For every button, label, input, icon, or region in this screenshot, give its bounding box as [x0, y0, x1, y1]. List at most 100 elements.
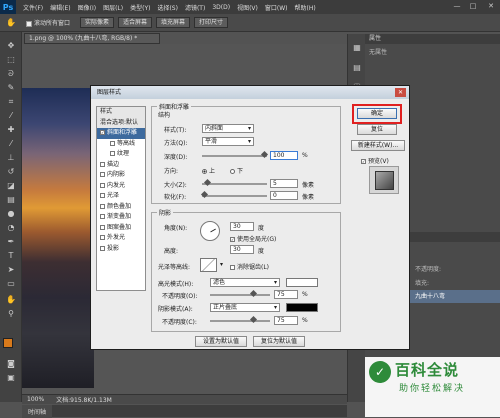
reset-default-button[interactable]: 复位为默认值	[253, 336, 305, 347]
technique-select[interactable]: 平滑	[202, 137, 254, 146]
angle-dial[interactable]	[200, 221, 220, 241]
shadow-opacity-slider[interactable]	[210, 315, 270, 324]
menu-view[interactable]: 视图(V)	[237, 3, 258, 12]
style-item[interactable]: 图案叠加	[97, 223, 145, 234]
maximize-icon[interactable]: □	[466, 2, 480, 12]
menu-type[interactable]: 类型(Y)	[130, 3, 150, 12]
foreground-color-swatch[interactable]	[3, 338, 13, 348]
menu-edit[interactable]: 编辑(E)	[50, 3, 70, 12]
style-checkbox[interactable]	[100, 235, 105, 240]
hand-tool-icon[interactable]: ✋	[5, 294, 17, 305]
global-light-option[interactable]: ✓ 使用全局光(G)	[230, 234, 276, 243]
highlight-mode-select[interactable]: 滤色	[210, 278, 280, 287]
radio-up-icon[interactable]	[202, 169, 207, 174]
style-checkbox[interactable]	[110, 151, 115, 156]
style-checkbox[interactable]	[100, 224, 105, 230]
style-checkbox[interactable]	[100, 214, 105, 219]
size-slider-knob[interactable]	[203, 178, 212, 187]
style-checkbox[interactable]	[100, 245, 105, 251]
style-checkbox[interactable]: ✓	[100, 130, 105, 135]
gloss-contour-picker[interactable]	[200, 258, 217, 272]
altitude-input[interactable]: 30	[230, 245, 254, 254]
quick-mask-icon[interactable]: ◙	[5, 358, 17, 369]
preview-option[interactable]: ✓ 预览(V)	[361, 156, 389, 165]
history-panel-icon[interactable]: ▦	[351, 42, 363, 53]
properties-panel-icon[interactable]: ▤	[351, 62, 363, 73]
style-checkbox[interactable]	[110, 140, 115, 146]
dialog-close-icon[interactable]: ✕	[395, 88, 406, 97]
shadow-opacity-knob[interactable]	[250, 315, 258, 324]
style-select[interactable]: 内斜面	[202, 124, 254, 133]
style-checkbox[interactable]	[100, 161, 105, 167]
highlight-opacity-knob[interactable]	[250, 289, 258, 298]
depth-input[interactable]: 100	[270, 151, 298, 160]
screen-mode-icon[interactable]: ▣	[5, 372, 17, 383]
style-checkbox[interactable]	[100, 182, 105, 188]
new-style-button[interactable]: 新建样式(W)...	[351, 140, 405, 151]
close-icon[interactable]: ✕	[484, 2, 498, 12]
path-select-tool-icon[interactable]: ➤	[5, 264, 17, 275]
anti-alias-option[interactable]: 消除锯齿(L)	[230, 262, 269, 271]
style-item[interactable]: 渐变叠加	[97, 212, 145, 223]
actual-pixels-button[interactable]: 实际像素	[79, 17, 114, 28]
quick-select-tool-icon[interactable]: ✎	[5, 82, 17, 93]
pen-tool-icon[interactable]: ✒	[5, 236, 17, 247]
direction-down-option[interactable]: 下	[230, 166, 243, 175]
shadow-color-swatch[interactable]	[286, 303, 318, 312]
style-checkbox[interactable]	[100, 203, 105, 209]
marquee-tool-icon[interactable]: ⬚	[5, 54, 17, 65]
style-item[interactable]: 等高线	[97, 139, 145, 150]
fill-screen-button[interactable]: 填充屏幕	[156, 17, 191, 28]
timeline-tab[interactable]: 时间轴	[22, 405, 53, 418]
ok-button[interactable]: 确定	[357, 108, 397, 119]
healing-tool-icon[interactable]: ✚	[5, 124, 17, 135]
style-checkbox[interactable]	[100, 193, 105, 198]
properties-tab[interactable]: 属性	[365, 34, 500, 44]
blur-tool-icon[interactable]: ●	[5, 208, 17, 219]
zoom-tool-icon[interactable]: ⚲	[5, 308, 17, 319]
type-tool-icon[interactable]: T	[5, 250, 17, 261]
direction-up-option[interactable]: 上	[202, 166, 215, 175]
menu-file[interactable]: 文件(F)	[23, 3, 43, 12]
preview-checkbox[interactable]: ✓	[361, 159, 366, 164]
menu-image[interactable]: 图像(I)	[78, 3, 96, 12]
scroll-all-option[interactable]: 滚动所有窗口	[25, 18, 70, 27]
menu-3d[interactable]: 3D(D)	[212, 4, 230, 11]
size-slider[interactable]	[202, 178, 267, 187]
style-item[interactable]: ✓ 斜面和浮雕	[97, 128, 145, 139]
reset-button[interactable]: 复位	[357, 124, 397, 135]
soften-input[interactable]: 0	[270, 191, 298, 200]
menu-filter[interactable]: 滤镜(T)	[185, 3, 205, 12]
print-size-button[interactable]: 打印尺寸	[194, 17, 229, 28]
blend-options-item[interactable]: 混合选项:默认	[97, 117, 145, 128]
depth-slider-knob[interactable]	[260, 150, 269, 159]
menu-select[interactable]: 选择(S)	[157, 3, 178, 12]
eyedropper-tool-icon[interactable]: ⁄	[5, 110, 17, 121]
crop-tool-icon[interactable]: ⌗	[5, 96, 17, 107]
eraser-tool-icon[interactable]: ◪	[5, 180, 17, 191]
style-item[interactable]: 光泽	[97, 191, 145, 202]
size-input[interactable]: 5	[270, 179, 298, 188]
menu-window[interactable]: 窗口(W)	[265, 3, 288, 12]
style-item[interactable]: 描边	[97, 160, 145, 171]
global-light-checkbox[interactable]: ✓	[230, 237, 235, 242]
fit-screen-button[interactable]: 适合屏幕	[118, 17, 153, 28]
lasso-tool-icon[interactable]: ᘐ	[5, 68, 17, 79]
shape-tool-icon[interactable]: ▭	[5, 278, 17, 289]
gradient-tool-icon[interactable]: ▤	[5, 194, 17, 205]
menu-help[interactable]: 帮助(H)	[295, 3, 316, 12]
soften-slider-knob[interactable]	[200, 190, 209, 199]
highlight-opacity-slider[interactable]	[210, 289, 270, 298]
style-item[interactable]: 外发光	[97, 233, 145, 244]
shadow-opacity-input[interactable]: 75	[274, 316, 298, 325]
radio-down-icon[interactable]	[230, 169, 235, 174]
style-item[interactable]: 颜色叠加	[97, 202, 145, 213]
soften-slider[interactable]	[200, 190, 267, 199]
highlight-opacity-input[interactable]: 75	[274, 290, 298, 299]
style-item[interactable]: 内发光	[97, 181, 145, 192]
depth-slider[interactable]	[202, 150, 269, 159]
style-item[interactable]: 纹理	[97, 149, 145, 160]
minimize-icon[interactable]: —	[450, 2, 464, 12]
history-brush-icon[interactable]: ↺	[5, 166, 17, 177]
anti-alias-checkbox[interactable]	[230, 265, 235, 270]
